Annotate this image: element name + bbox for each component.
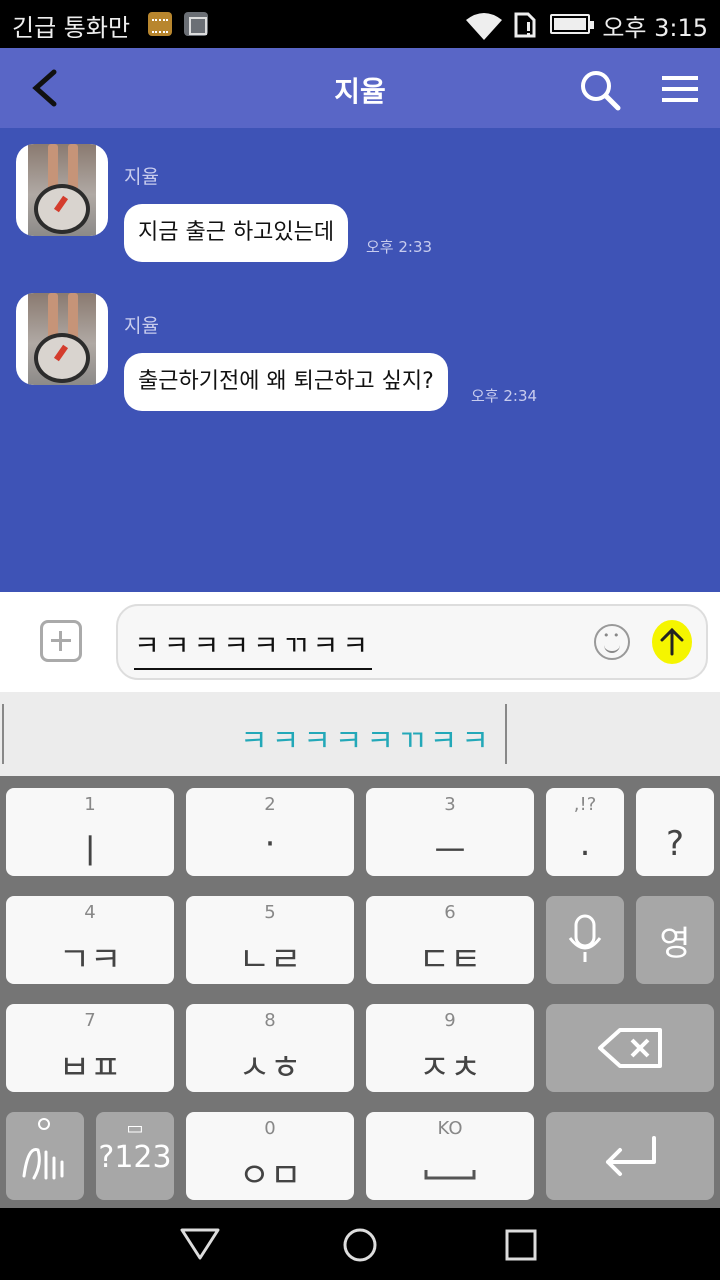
message-bubble[interactable]: 출근하기전에 왜 퇴근하고 싶지?: [124, 353, 448, 411]
microphone-icon: [568, 914, 602, 962]
key-7[interactable]: 7 ㅂㅍ: [6, 1004, 174, 1092]
key-number: 4: [84, 902, 96, 923]
key-label: ?: [665, 824, 685, 864]
scale: [34, 184, 90, 234]
key-number: 5: [264, 902, 276, 923]
message-time: 오후 2:33: [366, 238, 433, 256]
enter-icon: [606, 1136, 656, 1176]
key-1[interactable]: 1 ㅣ: [6, 788, 174, 876]
battery-icon: [550, 14, 594, 34]
key-5[interactable]: 5 ㄴㄹ: [186, 896, 354, 984]
key-label: ㅡ: [434, 832, 466, 872]
enter-key[interactable]: [546, 1112, 714, 1200]
gesture-icon: [22, 1118, 64, 1180]
key-label: ?123: [98, 1140, 172, 1175]
emoji-icon[interactable]: [594, 624, 630, 660]
sim-icon: [514, 12, 536, 38]
leg-right: [68, 144, 78, 190]
status-bar: 긴급 통화만 오후 3:15: [0, 0, 720, 48]
backspace-key[interactable]: [546, 1004, 714, 1092]
nav-back-icon[interactable]: [180, 1226, 220, 1262]
suggestion-divider: [2, 704, 4, 764]
key-label: ㅂㅍ: [58, 1048, 122, 1088]
key-2[interactable]: 2 ·: [186, 788, 354, 876]
sender-name: 지율: [124, 166, 159, 188]
key-label: ㅣ: [74, 832, 106, 872]
avatar[interactable]: [16, 144, 108, 236]
key-6[interactable]: 6 ㄷㅌ: [366, 896, 534, 984]
gesture-settings-key[interactable]: [6, 1112, 84, 1200]
key-number: 7: [84, 1010, 96, 1031]
leg-left: [48, 293, 58, 339]
message-input[interactable]: ㅋㅋㅋㅋㅋㄲㅋㅋ: [116, 604, 708, 680]
space-icon: [424, 1170, 476, 1180]
avatar[interactable]: [16, 293, 108, 385]
keyboard: 1 ㅣ 2 · 3 ㅡ ,!? . ? 4 ㄱㅋ 5 ㄴㄹ 6 ㄷㅌ 영 7 ㅂ: [0, 776, 720, 1208]
space-key[interactable]: KO: [366, 1112, 534, 1200]
key-label: ㄴㄹ: [238, 940, 302, 980]
key-number: 9: [444, 1010, 456, 1031]
key-4[interactable]: 4 ㄱㅋ: [6, 896, 174, 984]
clock: 오후 3:15: [602, 14, 708, 42]
suggestion-word[interactable]: ㅋㅋㅋㅋㅋㄲㅋㅋ: [240, 716, 493, 760]
key-period[interactable]: ,!? .: [546, 788, 624, 876]
symbols-key[interactable]: ▭ ?123: [96, 1112, 174, 1200]
key-label: 영: [659, 924, 691, 964]
key-number: ,!?: [573, 794, 597, 815]
chat-area[interactable]: 지율 지금 출근 하고있는데 오후 2:33 지율 출근하기전에 왜 퇴근하고 …: [0, 128, 720, 592]
profile-photo: [28, 144, 96, 236]
nav-home-icon[interactable]: [341, 1226, 379, 1264]
keyboard-icon: [148, 12, 172, 36]
backspace-icon: [598, 1028, 662, 1068]
key-number: 8: [264, 1010, 276, 1031]
navigation-bar: [0, 1208, 720, 1280]
key-number: 2: [264, 794, 276, 815]
composer: ㅋㅋㅋㅋㅋㄲㅋㅋ: [0, 592, 720, 692]
key-label: .: [579, 824, 591, 864]
key-question[interactable]: ?: [636, 788, 714, 876]
chat-header: 지율: [0, 48, 720, 128]
mic-button[interactable]: [546, 896, 624, 984]
suggestion-strip: ㅋㅋㅋㅋㅋㄲㅋㅋ: [0, 692, 720, 776]
key-label: ㅇㅁ: [238, 1156, 302, 1196]
key-3[interactable]: 3 ㅡ: [366, 788, 534, 876]
leg-right: [68, 293, 78, 339]
key-label: ㅈㅊ: [418, 1048, 482, 1088]
image-icon: [184, 12, 208, 36]
leg-left: [48, 144, 58, 190]
key-label: ㄷㅌ: [418, 940, 482, 980]
add-icon[interactable]: [40, 620, 82, 662]
key-label: ㄱㅋ: [58, 940, 122, 980]
key-number: 0: [264, 1118, 276, 1139]
nav-recents-icon[interactable]: [504, 1228, 538, 1262]
scale: [34, 333, 90, 383]
menu-icon[interactable]: [658, 68, 702, 112]
key-label: ㅅㅎ: [238, 1048, 302, 1088]
send-icon[interactable]: [652, 620, 692, 664]
message-bubble[interactable]: 지금 출근 하고있는데: [124, 204, 349, 262]
sender-name: 지율: [124, 315, 159, 337]
carrier-text: 긴급 통화만: [12, 14, 131, 42]
suggestion-divider: [505, 704, 507, 764]
lang-english-key[interactable]: 영: [636, 896, 714, 984]
key-number: 3: [444, 794, 456, 815]
wifi-icon: [466, 13, 502, 40]
key-9[interactable]: 9 ㅈㅊ: [366, 1004, 534, 1092]
key-0[interactable]: 0 ㅇㅁ: [186, 1112, 354, 1200]
message-time: 오후 2:34: [471, 387, 538, 405]
key-number: 1: [84, 794, 96, 815]
input-text[interactable]: ㅋㅋㅋㅋㅋㄲㅋㅋ: [134, 624, 373, 670]
profile-photo: [28, 293, 96, 385]
clipboard-icon: ▭: [126, 1118, 144, 1139]
key-8[interactable]: 8 ㅅㅎ: [186, 1004, 354, 1092]
key-label: ·: [264, 824, 276, 864]
key-number: 6: [444, 902, 456, 923]
search-icon[interactable]: [576, 66, 624, 114]
